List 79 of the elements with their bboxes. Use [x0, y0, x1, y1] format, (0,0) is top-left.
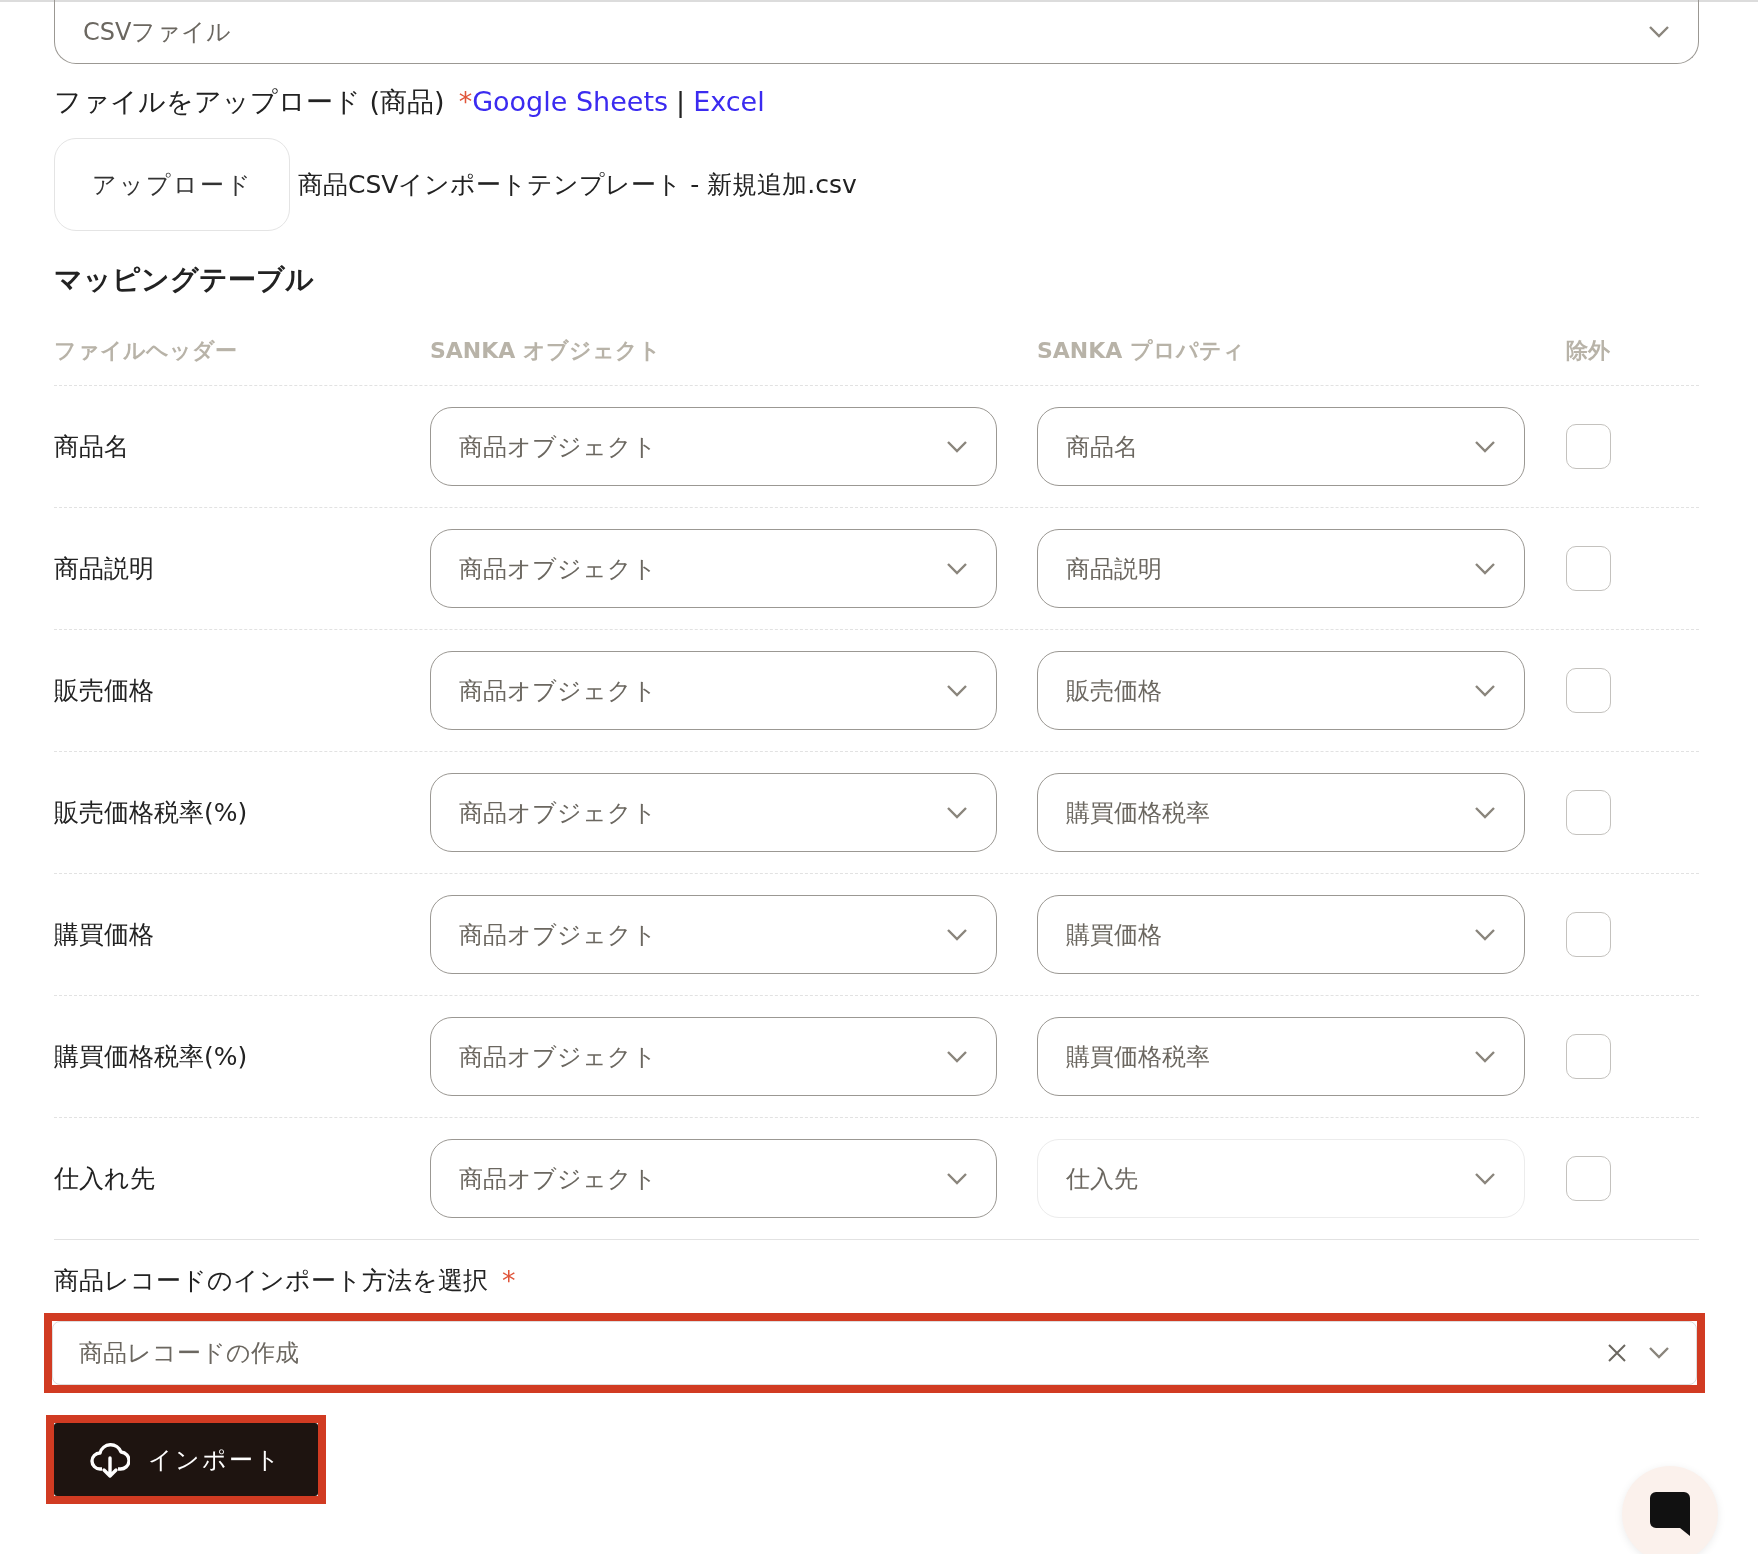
column-header: SANKA プロパティ	[1037, 337, 1246, 365]
column-header: 除外	[1566, 337, 1610, 365]
required-mark: *	[458, 86, 473, 117]
exclude-checkbox[interactable]	[1566, 1034, 1611, 1079]
import-method-label: 商品レコードのインポート方法を選択	[54, 1265, 488, 1297]
file-header-cell-text: 商品名	[54, 431, 129, 463]
select-value: 商品オブジェクト	[459, 431, 657, 463]
import-method-select[interactable]: 商品レコードの作成	[52, 1321, 1697, 1385]
upload-button[interactable]: アップロード	[54, 138, 290, 231]
select-value: CSVファイル	[83, 16, 232, 48]
chevron-down-icon	[1474, 683, 1496, 698]
object-select[interactable]: 商品オブジェクト	[430, 529, 997, 608]
exclude-checkbox[interactable]	[1566, 790, 1611, 835]
select-value: 商品オブジェクト	[459, 919, 657, 951]
select-value: 販売価格	[1066, 675, 1162, 707]
property-select[interactable]: 販売価格	[1037, 651, 1525, 730]
select-value: 商品オブジェクト	[459, 553, 657, 585]
select-value: 商品オブジェクト	[459, 675, 657, 707]
select-value: 商品オブジェクト	[459, 1163, 657, 1195]
file-header-cell-text: 商品説明	[54, 553, 154, 585]
chevron-down-icon	[946, 927, 968, 942]
file-name: 商品CSVインポートテンプレート - 新規追加.csv	[298, 169, 857, 201]
file-header-cell-text: 販売価格税率(%)	[54, 797, 248, 829]
import-button[interactable]: インポート	[54, 1423, 318, 1496]
select-value: 購買価格税率	[1066, 797, 1210, 829]
chevron-down-icon	[1648, 24, 1670, 39]
chevron-down-icon	[946, 1171, 968, 1186]
column-header: ファイルヘッダー	[54, 337, 237, 365]
chevron-down-icon	[1474, 805, 1496, 820]
chevron-down-icon	[1474, 927, 1496, 942]
select-value: 商品オブジェクト	[459, 1041, 657, 1073]
select-value: 商品オブジェクト	[459, 797, 657, 829]
file-header-cell-text: 仕入れ先	[54, 1163, 155, 1195]
select-value: 商品説明	[1066, 553, 1162, 585]
template-link[interactable]: Google Sheets	[472, 86, 669, 117]
object-select[interactable]: 商品オブジェクト	[430, 895, 997, 974]
file-header-cell-text: 購買価格税率(%)	[54, 1041, 248, 1073]
select-value: 商品レコードの作成	[79, 1338, 299, 1369]
template-link[interactable]: Excel	[693, 86, 765, 117]
chevron-down-icon	[1474, 561, 1496, 576]
chevron-down-icon	[1474, 439, 1496, 454]
property-select[interactable]: 購買価格税率	[1037, 1017, 1525, 1096]
exclude-checkbox[interactable]	[1566, 668, 1611, 713]
link-separator: |	[676, 86, 686, 117]
property-select[interactable]: 購買価格	[1037, 895, 1525, 974]
exclude-checkbox[interactable]	[1566, 1156, 1611, 1201]
file-header-cell-text: 購買価格	[54, 919, 154, 951]
object-select[interactable]: 商品オブジェクト	[430, 1139, 997, 1218]
file-header-cell-text: 販売価格	[54, 675, 154, 707]
required-mark: *	[502, 1265, 516, 1296]
select-value: 購買価格税率	[1066, 1041, 1210, 1073]
chevron-down-icon	[1648, 1346, 1670, 1360]
exclude-checkbox[interactable]	[1566, 912, 1611, 957]
section-title: マッピングテーブル	[54, 262, 314, 298]
select-value: 仕入先	[1066, 1163, 1138, 1195]
chevron-down-icon	[1474, 1049, 1496, 1064]
cloud-download-icon	[90, 1440, 130, 1479]
chevron-down-icon	[946, 561, 968, 576]
chevron-down-icon	[946, 805, 968, 820]
chevron-down-icon	[946, 683, 968, 698]
property-select[interactable]: 購買価格税率	[1037, 773, 1525, 852]
object-select[interactable]: 商品オブジェクト	[430, 407, 997, 486]
select-value: 購買価格	[1066, 919, 1162, 951]
file-type-select[interactable]: CSVファイル	[54, 0, 1699, 64]
exclude-checkbox[interactable]	[1566, 424, 1611, 469]
chat-bubble-icon	[1650, 1492, 1690, 1536]
chevron-down-icon	[1474, 1171, 1496, 1186]
chevron-down-icon	[946, 439, 968, 454]
close-icon[interactable]	[1608, 1344, 1626, 1362]
column-header: SANKA オブジェクト	[430, 337, 662, 365]
upload-label: ファイルをアップロード (商品)	[54, 85, 445, 119]
select-value: 商品名	[1066, 431, 1138, 463]
property-select[interactable]: 商品説明	[1037, 529, 1525, 608]
object-select[interactable]: 商品オブジェクト	[430, 1017, 997, 1096]
property-select[interactable]: 商品名	[1037, 407, 1525, 486]
exclude-checkbox[interactable]	[1566, 546, 1611, 591]
chevron-down-icon	[946, 1049, 968, 1064]
object-select[interactable]: 商品オブジェクト	[430, 773, 997, 852]
object-select[interactable]: 商品オブジェクト	[430, 651, 997, 730]
